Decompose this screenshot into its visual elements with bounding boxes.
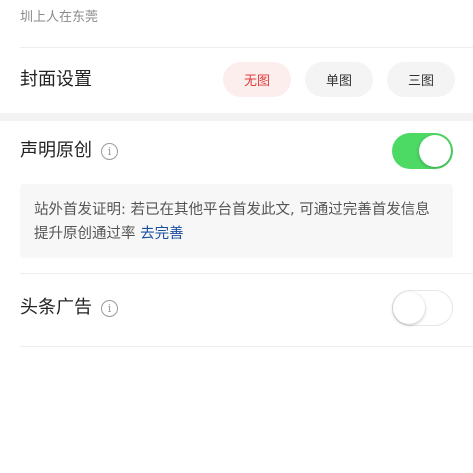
top-text: 圳上人在东莞 <box>20 10 99 25</box>
cover-options: 无图 单图 三图 <box>223 62 455 97</box>
divider <box>20 346 473 347</box>
original-declaration-row: 声明原创 i <box>20 139 118 163</box>
cover-option-none-button[interactable]: 无图 <box>223 62 291 97</box>
cover-option-three-button[interactable]: 三图 <box>387 62 455 97</box>
complete-info-link[interactable]: 去完善 <box>140 226 184 242</box>
section-separator <box>0 113 473 121</box>
cover-settings-title: 封面设置 <box>20 69 92 90</box>
notice-text: 站外首发证明: 若已在其他平台首发此文, 可通过完善首发信息提升原创通过率 <box>34 202 430 242</box>
divider <box>20 47 473 48</box>
headline-ads-toggle[interactable] <box>392 290 453 326</box>
info-icon[interactable]: i <box>101 142 118 160</box>
original-declaration-title: 声明原创 <box>20 140 92 161</box>
first-publish-notice: 站外首发证明: 若已在其他平台首发此文, 可通过完善首发信息提升原创通过率 去完… <box>20 184 453 258</box>
headline-ads-row: 头条广告 i <box>20 296 118 320</box>
toggle-knob <box>419 135 451 167</box>
headline-ads-title: 头条广告 <box>20 297 92 318</box>
original-declaration-toggle[interactable] <box>392 133 453 169</box>
toggle-knob <box>393 291 425 324</box>
cover-option-single-button[interactable]: 单图 <box>305 62 373 97</box>
divider <box>20 273 473 274</box>
settings-page: 圳上人在东莞 封面设置 无图 单图 三图 声明原创 i 站外首发证明: 若已在其… <box>0 0 473 473</box>
info-icon[interactable]: i <box>101 299 118 317</box>
